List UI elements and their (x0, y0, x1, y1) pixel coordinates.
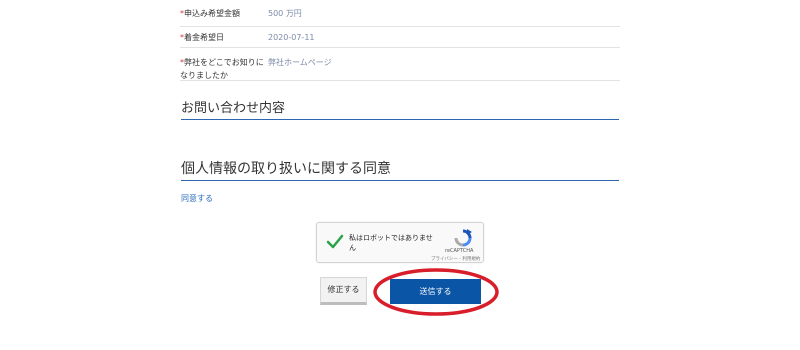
table-row: *弊社をどこでお知りになりましたか 弊社ホームページ (180, 48, 620, 81)
confirmation-table: *申込み希望金額 500 万円 *着金希望日 2020-07-11 *弊社をどこ… (180, 0, 620, 81)
privacy-section-title: 個人情報の取り扱いに関する同意 (181, 158, 619, 181)
deposit-date-value: 2020-07-11 (268, 32, 315, 42)
referral-value: 弊社ホームページ (268, 58, 332, 67)
recaptcha-brand: reCAPTCHA (445, 248, 474, 254)
agree-link[interactable]: 同意する (181, 193, 213, 204)
table-row: *申込み希望金額 500 万円 (180, 0, 620, 27)
highlight-ring-annotation (373, 268, 499, 316)
checkmark-icon[interactable] (326, 233, 344, 251)
amount-value: 500 万円 (268, 8, 302, 18)
edit-button[interactable]: 修正する (320, 277, 367, 305)
recaptcha-label: 私はロボットではありません (349, 234, 433, 252)
deposit-date-label: 着金希望日 (184, 32, 224, 42)
recaptcha-terms-link[interactable]: プライバシー - 利用規約 (431, 256, 480, 262)
referral-label: 弊社をどこでお知りになりましたか (180, 58, 264, 80)
recaptcha-widget[interactable]: 私はロボットではありません reCAPTCHA プライバシー - 利用規約 (316, 222, 484, 263)
amount-label: 申込み希望金額 (184, 8, 240, 18)
recaptcha-logo-icon (454, 229, 472, 247)
contact-section-title: お問い合わせ内容 (181, 97, 619, 120)
table-row: *着金希望日 2020-07-11 (180, 27, 620, 48)
